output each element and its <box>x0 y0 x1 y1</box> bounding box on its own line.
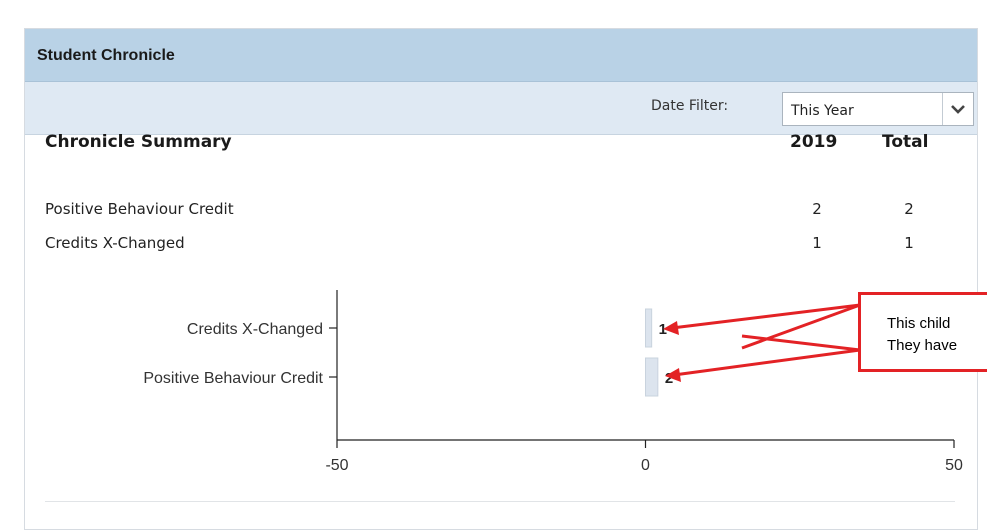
y-tick-label: Credits X-Changed <box>187 321 323 338</box>
annotation-arrows <box>663 303 861 382</box>
chronicle-bar-chart: Credits X-Changed 1Positive Behaviour Cre… <box>143 290 963 474</box>
x-tick-label: 50 <box>945 457 963 474</box>
callout-text: This child They have <box>887 313 957 357</box>
annotation-arrow <box>673 348 861 377</box>
x-tick-label: -50 <box>325 457 348 474</box>
callout-line: They have <box>887 337 958 354</box>
annotation-callout: This child They have <box>858 292 987 372</box>
bar <box>645 308 653 348</box>
callout-line: This child <box>887 315 951 332</box>
section-divider <box>45 501 955 502</box>
bar <box>645 357 659 397</box>
y-tick-label: Positive Behaviour Credit <box>143 370 323 387</box>
x-tick-label: 0 <box>641 457 650 474</box>
